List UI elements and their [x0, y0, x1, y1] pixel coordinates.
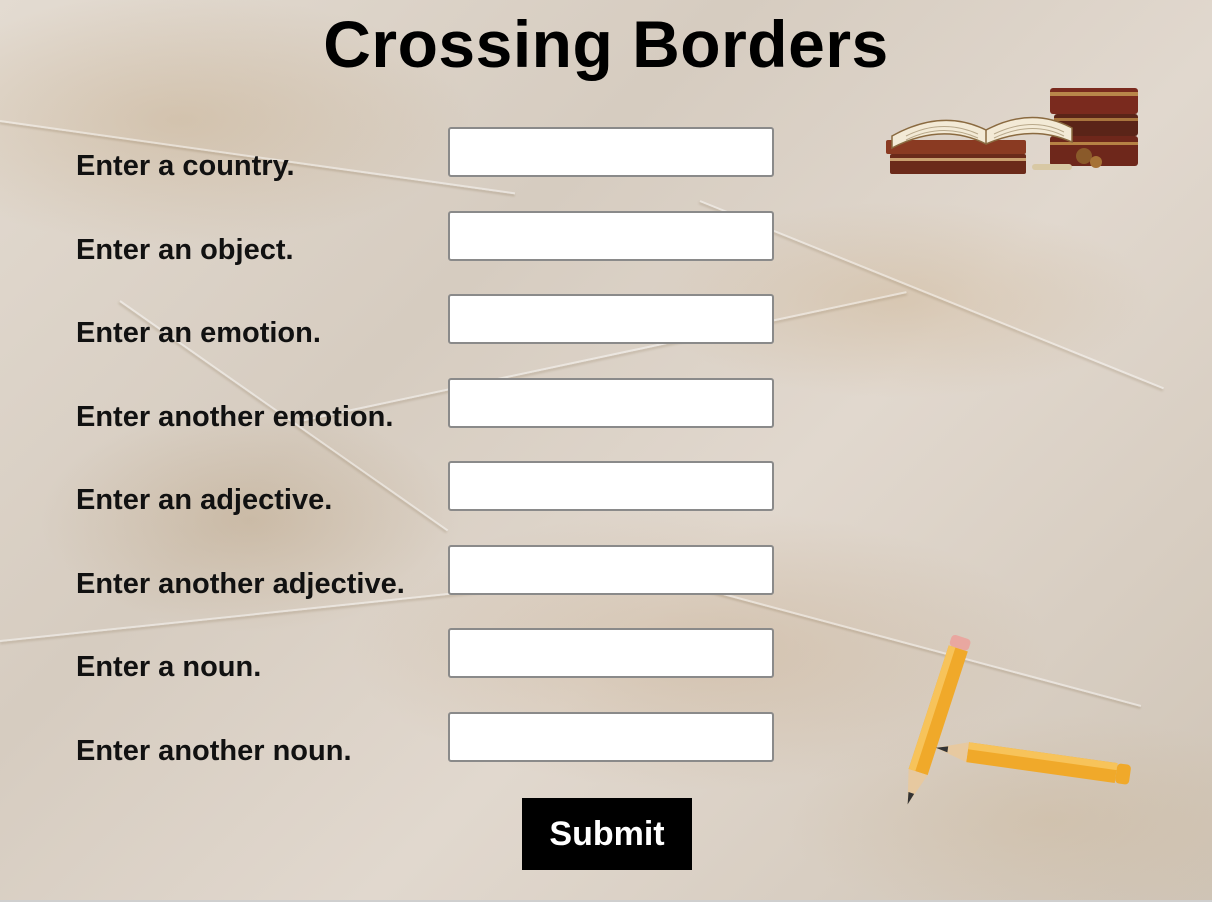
another-emotion-label: Enter another emotion. — [76, 401, 394, 433]
form-row-another-adjective: Enter another adjective. — [76, 545, 776, 600]
object-label: Enter an object. — [76, 234, 294, 266]
form-row-emotion: Enter an emotion. — [76, 294, 776, 349]
country-input[interactable] — [448, 127, 774, 177]
adjective-input[interactable] — [448, 461, 774, 511]
form-row-adjective: Enter an adjective. — [76, 461, 776, 516]
books-icon — [886, 88, 1138, 174]
page-title: Crossing Borders — [323, 7, 889, 81]
form-row-object: Enter an object. — [76, 211, 776, 266]
another-emotion-input[interactable] — [448, 378, 774, 428]
country-label: Enter a country. — [76, 150, 295, 182]
submit-button[interactable]: Submit — [522, 798, 692, 870]
noun-input[interactable] — [448, 628, 774, 678]
another-noun-label: Enter another noun. — [76, 735, 352, 767]
form-row-noun: Enter a noun. — [76, 628, 776, 683]
another-noun-input[interactable] — [448, 712, 774, 762]
emotion-label: Enter an emotion. — [76, 317, 321, 349]
emotion-input[interactable] — [448, 294, 774, 344]
object-input[interactable] — [448, 211, 774, 261]
form-row-country: Enter a country. — [76, 127, 776, 182]
pencils-icon — [907, 634, 1131, 805]
adjective-label: Enter an adjective. — [76, 484, 333, 516]
noun-label: Enter a noun. — [76, 651, 262, 683]
another-adjective-label: Enter another adjective. — [76, 568, 405, 600]
another-adjective-input[interactable] — [448, 545, 774, 595]
form-row-another-emotion: Enter another emotion. — [76, 378, 776, 433]
form-row-another-noun: Enter another noun. — [76, 712, 776, 767]
